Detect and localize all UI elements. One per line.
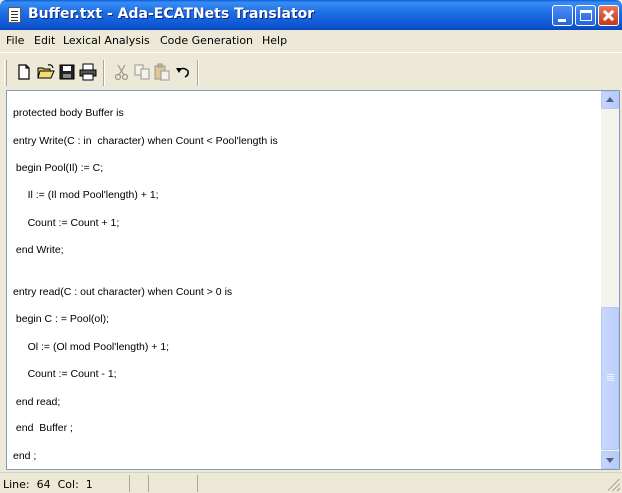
maximize-button[interactable] xyxy=(575,5,596,26)
scroll-up-button[interactable] xyxy=(601,91,619,109)
title-bar[interactable]: Buffer.txt - Ada-ECATNets Translator xyxy=(0,0,622,30)
code-line: begin C : = Pool(ol); xyxy=(13,313,110,325)
save-icon[interactable] xyxy=(58,63,76,81)
cursor-position: Line: 64 Col: 1 xyxy=(3,478,93,491)
minimize-icon xyxy=(558,19,566,22)
status-bar: Line: 64 Col: 1 xyxy=(0,472,622,493)
grip-icon xyxy=(607,374,614,375)
chevron-down-icon xyxy=(606,458,614,463)
menu-lexical-analysis[interactable]: Lexical Analysis xyxy=(63,34,150,47)
window-title: Buffer.txt - Ada-ECATNets Translator xyxy=(28,6,315,22)
resize-grip-icon[interactable] xyxy=(608,479,620,491)
text-editor[interactable]: protected body Buffer is entry Write(C :… xyxy=(6,90,620,470)
menu-bar: File Edit Lexical Analysis Code Generati… xyxy=(0,30,622,52)
open-folder-icon[interactable] xyxy=(37,63,55,81)
print-icon[interactable] xyxy=(79,63,97,81)
toolbar-separator xyxy=(197,60,199,86)
code-line: end ; xyxy=(13,450,37,462)
undo-icon[interactable] xyxy=(174,63,192,81)
code-line: end Buffer ; xyxy=(13,422,73,434)
code-line: entry Write(C : in character) when Count… xyxy=(13,135,278,147)
toolbar-separator xyxy=(103,60,105,86)
new-file-icon[interactable] xyxy=(15,63,33,81)
menu-code-generation[interactable]: Code Generation xyxy=(160,34,253,47)
code-line: end Write; xyxy=(13,244,64,256)
paste-icon[interactable] xyxy=(153,63,171,81)
vertical-scrollbar[interactable] xyxy=(601,91,619,469)
close-icon xyxy=(599,6,618,25)
status-pane-position: Line: 64 Col: 1 xyxy=(0,475,130,492)
code-line: Count := Count + 1; xyxy=(13,217,120,229)
chevron-up-icon xyxy=(606,97,614,102)
status-pane xyxy=(150,475,198,492)
copy-icon[interactable] xyxy=(133,63,151,81)
scroll-down-button[interactable] xyxy=(601,451,619,469)
code-line: Il := (Il mod Pool'length) + 1; xyxy=(13,189,159,201)
code-line: Count := Count - 1; xyxy=(13,368,117,380)
status-pane xyxy=(131,475,149,492)
minimize-button[interactable] xyxy=(552,5,573,26)
menu-help[interactable]: Help xyxy=(262,34,287,47)
code-line: end read; xyxy=(13,396,61,408)
maximize-icon xyxy=(580,10,592,21)
toolbar-grip[interactable] xyxy=(4,60,7,86)
menu-file[interactable]: File xyxy=(6,34,24,47)
code-line: protected body Buffer is xyxy=(13,107,124,119)
menu-edit[interactable]: Edit xyxy=(34,34,55,47)
toolbar xyxy=(0,52,622,90)
code-line: Ol := (Ol mod Pool'length) + 1; xyxy=(13,341,170,353)
close-button[interactable] xyxy=(598,5,619,26)
document-icon xyxy=(8,7,21,23)
code-line: begin Pool(Il) := C; xyxy=(13,162,104,174)
scroll-thumb[interactable] xyxy=(601,307,619,450)
app-window: Buffer.txt - Ada-ECATNets Translator Fil… xyxy=(0,0,622,493)
cut-icon[interactable] xyxy=(113,63,131,81)
code-line: entry read(C : out character) when Count… xyxy=(13,286,233,298)
